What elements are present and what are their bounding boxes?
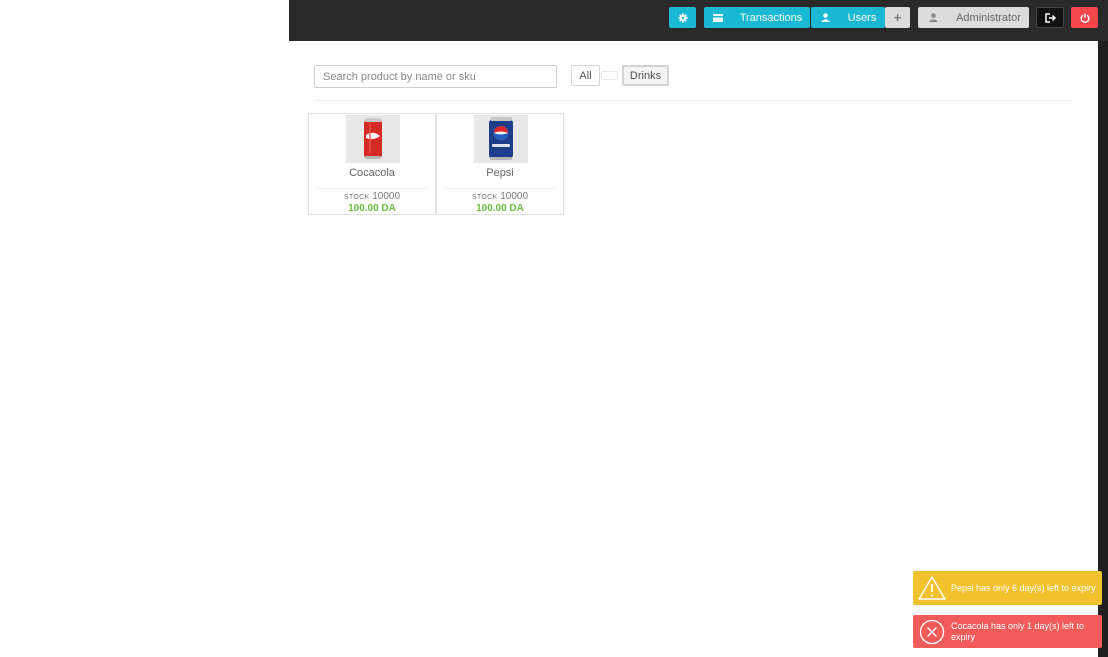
product-name: Cocacola [349,167,395,179]
product-card-cocacola[interactable]: Cocacola STOCK 10000 100.00 DA [308,113,436,215]
product-card-pepsi[interactable]: Pepsi STOCK 10000 100.00 DA [436,113,564,215]
category-tab-all[interactable]: All [571,65,600,86]
users-label: Users [847,11,877,24]
product-name: Pepsi [486,167,514,179]
pos-content: All Drinks Cocacola STOCK 10000 100.00 D… [289,41,1098,657]
stock-label: STOCK [343,194,370,201]
stock-value: 10000 [372,191,401,202]
transactions-label: Transactions [739,11,803,24]
user-menu-icon-wrap [918,7,948,28]
user-name: Administrator [956,11,1021,24]
sign-out-icon [1044,12,1056,23]
logout-button[interactable] [1036,7,1064,28]
expiry-error-toast[interactable]: Cocacola has only 1 day(s) left to expir… [913,615,1102,648]
product-image [474,115,528,163]
warning-icon [918,576,946,600]
users-icon-wrap [811,7,839,28]
top-toolbar: Transactions Users + Administrator [289,0,1108,40]
stock-label: STOCK [471,194,498,201]
expiry-warning-toast[interactable]: Pepsi has only 6 day(s) left to expiry [913,571,1102,605]
main-panel: Transactions Users + Administrator Searc… [289,0,1108,657]
left-pane [0,0,289,657]
divider [314,100,1072,101]
pepsi-can-icon [489,117,513,160]
user-icon [928,13,938,22]
settings-button[interactable] [669,7,696,28]
warning-icon-wrap [913,576,951,600]
notification-text: Pepsi has only 6 day(s) left to expiry [951,582,1096,593]
users-button[interactable]: Users [811,7,885,28]
error-icon [919,619,945,644]
notification-text: Cocacola has only 1 day(s) left to expir… [951,620,1085,642]
error-icon-wrap [913,619,951,645]
add-user-button[interactable]: + [885,7,910,28]
transactions-icon-wrap [704,7,732,28]
gear-icon [677,12,688,23]
transactions-button[interactable]: Transactions [704,7,810,28]
card-icon [713,13,723,22]
product-stock: STOCK 10000 [309,191,435,202]
user-icon [820,13,830,22]
divider [317,188,427,189]
product-price: 100.00 DA [348,203,396,214]
product-image [346,115,400,163]
category-tab-empty[interactable] [601,71,618,80]
category-tab-drinks[interactable]: Drinks [622,65,669,86]
stock-value: 10000 [500,191,529,202]
power-button[interactable] [1071,7,1098,28]
coca-cola-can-icon [364,118,382,159]
product-stock: STOCK 10000 [437,191,563,202]
scroll-strip [1098,41,1108,657]
product-price: 100.00 DA [476,203,524,214]
product-search-input[interactable] [314,65,557,88]
power-icon [1080,13,1089,23]
user-menu-button[interactable]: Administrator [918,7,1029,28]
divider [445,188,555,189]
